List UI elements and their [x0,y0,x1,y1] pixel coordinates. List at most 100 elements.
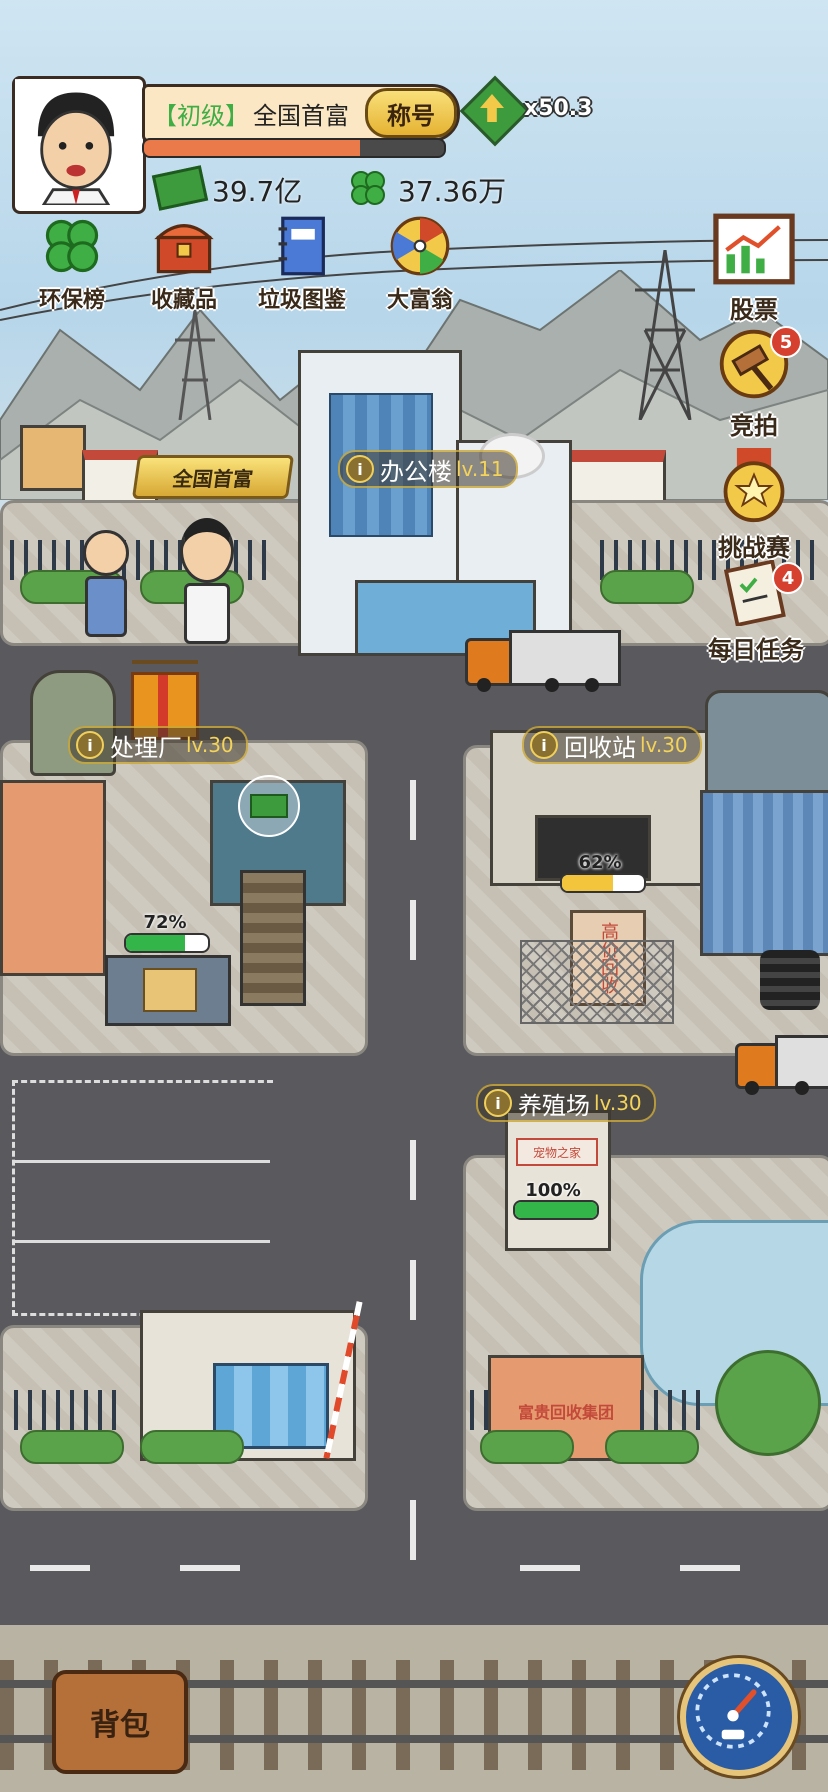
speed-boost-button[interactable] [680,1658,798,1776]
menu-label: 垃圾图鉴 [257,288,346,313]
clover-value: 37.36万 [398,175,507,208]
hq-sign: 富贵回收集团 [517,1403,614,1422]
speedometer-icon [695,1673,771,1749]
stock-chart-icon [713,213,795,285]
fence [470,1390,488,1430]
info-icon: i [76,731,104,759]
rank-tag: 【初级】 [153,101,249,130]
backpack-label: 背包 [90,1708,150,1743]
level-progress-fill [144,140,360,156]
recycling-name: 回收站 [564,733,636,762]
recycling-level: lv.30 [640,733,688,757]
fence [640,1390,700,1430]
processing-progress-text: 72% [143,912,187,933]
background-house [20,425,86,491]
delivery-truck[interactable] [735,1035,828,1095]
notebook-icon [278,216,325,276]
auction-badge: 5 [770,326,802,358]
girl-character[interactable] [82,530,130,637]
processing-warehouse [0,780,106,976]
conveyor-belt [240,870,306,1006]
cash-icon [250,794,288,818]
road-marking [410,1260,416,1320]
road-marking [30,1565,90,1571]
menu-collectibles[interactable]: 收藏品 [136,214,232,314]
menu-eco-ranking[interactable]: 环保榜 [24,214,120,314]
treasure-chest-icon [154,224,214,274]
money-value: 39.7亿 [212,175,303,208]
hedge [480,1430,574,1464]
menu-monopoly[interactable]: 大富翁 [372,214,468,314]
road-marking [180,1565,240,1571]
roulette-wheel-icon [390,216,450,276]
road-marking [410,1500,416,1560]
info-icon: i [346,455,374,483]
recycling-progress-fill [562,875,613,891]
road-marking [410,900,416,960]
menu-label: 竞拍 [730,412,778,440]
processing-name: 处理厂 [110,733,182,762]
road-marking [410,1140,416,1200]
farm-progress-bar [513,1200,599,1220]
collect-money-bubble[interactable] [238,775,300,837]
farm-label[interactable]: i 养殖场 lv.30 [476,1084,656,1122]
title-button-label: 称号 [387,101,435,130]
info-icon: i [484,1089,512,1117]
office-label[interactable]: i 办公楼 lv.11 [338,450,518,488]
recycling-tanks [705,690,828,796]
office-level: lv.11 [456,457,504,481]
road-marking [410,780,416,840]
tire-pile [760,950,820,1010]
hero-banner-text: 全国首富 [171,466,255,491]
recycling-label[interactable]: i 回收站 lv.30 [522,726,702,764]
menu-label: 收藏品 [150,288,217,313]
title-button[interactable]: 称号 [365,88,457,138]
farm-sign: 宠物之家 [516,1138,598,1166]
recycling-progress-bar [560,873,646,893]
multiplier-text: x50.3 [524,96,593,121]
rank-title: 全国首富 [253,101,349,130]
boss-character[interactable] [178,518,236,644]
farm-progress-text: 100% [525,1180,581,1201]
processing-level: lv.30 [186,733,234,757]
road-marking [680,1565,740,1571]
menu-trash-guide[interactable]: 垃圾图鉴 [254,214,350,314]
parking-lot [12,1080,273,1316]
hedge [600,570,694,604]
processing-progress-bar [124,933,210,953]
menu-label: 股票 [730,296,778,324]
processing-progress-fill [126,935,186,951]
clover-icon [45,219,99,273]
processing-label[interactable]: i 处理厂 lv.30 [68,726,248,764]
menu-label: 大富翁 [386,288,453,313]
menu-challenge[interactable]: 挑战赛 [706,448,802,563]
office-name: 办公楼 [380,457,452,486]
avatar-face-icon [15,79,137,207]
menu-label: 每日任务 [708,636,804,664]
recycling-warehouse [700,790,828,956]
clover-icon [348,168,388,208]
parking-line [12,1240,270,1243]
daily-tasks-badge: 4 [772,562,804,594]
recycling-progress-text: 62% [578,852,622,873]
menu-label: 挑战赛 [718,534,790,562]
hero-banner: 全国首富 [131,455,295,499]
menu-stocks[interactable]: 股票 [706,212,802,325]
wire-fence [520,940,674,1024]
road-marking [520,1565,580,1571]
fence [14,1390,124,1430]
player-avatar[interactable] [12,76,146,214]
backpack-button[interactable]: 背包 [52,1670,188,1774]
hedge [605,1430,699,1464]
farm-name: 养殖场 [518,1091,590,1120]
hedge [20,1430,124,1464]
tree [715,1350,821,1456]
farm-level: lv.30 [594,1091,642,1115]
delivery-truck[interactable] [465,630,621,692]
medal-icon [723,448,785,523]
menu-label: 环保榜 [38,288,105,313]
parking-line [12,1160,270,1163]
hedge [140,1430,244,1464]
output-platform [105,955,231,1026]
info-icon: i [530,731,558,759]
